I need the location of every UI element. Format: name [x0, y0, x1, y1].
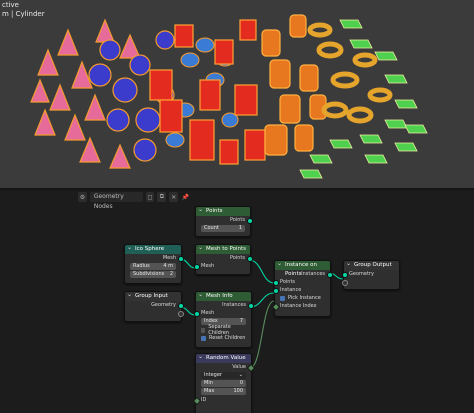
mtp-points-output: Points: [196, 254, 253, 262]
iop-instance-index-label: Instance Index: [280, 303, 317, 309]
3d-viewport[interactable]: ctive m | Cylinder: [0, 0, 474, 188]
mesh-info-instances: Instances: [196, 301, 254, 309]
reset-children-checkbox[interactable]: [201, 335, 206, 341]
ico-mesh-label: Mesh: [162, 255, 176, 261]
pick-instance-label: Pick Instance: [288, 295, 321, 301]
iop-instance-socket[interactable]: [272, 288, 279, 294]
count-field[interactable]: Count 1: [201, 225, 245, 232]
radius-field[interactable]: Radius 4 m: [130, 263, 176, 270]
iop-instances-label: Instances: [301, 271, 325, 277]
random-value-output-label: Value: [232, 364, 246, 370]
max-label: Max: [204, 388, 215, 394]
node-editor[interactable]: ⚙ Geometry Nodes ◻ ⧉ ✕ 📌 Points Points C…: [0, 190, 474, 413]
points-node-title: Points: [196, 205, 250, 216]
mtp-mesh-socket[interactable]: [193, 264, 200, 270]
max-field[interactable]: Max 100: [201, 388, 246, 395]
radius-label: Radius: [133, 263, 150, 269]
separate-children-toggle[interactable]: Separate Children: [196, 324, 251, 336]
points-node[interactable]: Points Points Count 1: [195, 205, 253, 237]
mesh-info-mesh-socket[interactable]: [193, 311, 200, 317]
points-output-socket[interactable]: [246, 218, 253, 224]
random-value-title: Random Value: [196, 352, 251, 363]
subdivisions-field[interactable]: Subdivisions 2: [130, 271, 176, 278]
mesh-info-mesh: Mesh: [193, 309, 251, 317]
subdivisions-label: Subdivisions: [133, 271, 165, 277]
random-value-node[interactable]: Random Value Value Integer⌄ Min0 Max100 …: [192, 352, 255, 413]
random-value-output: Value: [196, 363, 255, 373]
group-input-title: Group Input: [125, 290, 181, 301]
group-output-empty: [341, 278, 399, 286]
mesh-to-points-title: Mesh to Points: [196, 243, 250, 254]
min-label: Min: [204, 380, 213, 386]
group-input-empty-socket[interactable]: [177, 311, 184, 317]
ico-mesh-socket[interactable]: [177, 256, 184, 262]
random-id-input: ID: [192, 396, 251, 406]
group-output-node[interactable]: Group Output Geometry: [341, 259, 400, 290]
ico-mesh-output: Mesh: [125, 254, 184, 262]
group-output-empty-socket[interactable]: [341, 280, 348, 286]
pick-instance-checkbox[interactable]: [280, 295, 285, 301]
count-value: 1: [238, 225, 242, 231]
subdivisions-value: 2: [169, 271, 173, 277]
instance-on-points-node[interactable]: Instance on Points Instances Points Inst…: [271, 259, 333, 317]
reset-children-toggle[interactable]: Reset Children: [196, 334, 251, 342]
mesh-info-title: Mesh Info: [196, 290, 251, 301]
mesh-to-points-node[interactable]: Mesh to Points Points Mesh: [193, 243, 253, 275]
instance-on-points-title: Instance on Points: [275, 259, 330, 277]
iop-points-label: Points: [280, 279, 296, 285]
ico-sphere-title: Ico Sphere: [125, 243, 181, 254]
mtp-mesh-input: Mesh: [193, 262, 250, 270]
separate-children-checkbox[interactable]: [201, 327, 206, 333]
mesh-info-mesh-label: Mesh: [201, 310, 215, 316]
reset-children-label: Reset Children: [209, 335, 246, 341]
group-input-geometry-label: Geometry: [151, 302, 176, 308]
group-output-title: Group Output: [344, 259, 399, 270]
iop-instances-output: Instances: [275, 270, 333, 278]
viewport-object-label: m | Cylinder: [2, 10, 45, 18]
radius-value: 4 m: [163, 263, 173, 269]
group-input-node[interactable]: Group Input Geometry: [124, 290, 184, 322]
group-input-empty: [125, 309, 184, 317]
points-output-label: Points: [229, 217, 245, 223]
pick-instance-toggle[interactable]: Pick Instance: [275, 294, 330, 302]
min-field[interactable]: Min 0: [201, 380, 246, 387]
mtp-points-label: Points: [229, 255, 245, 261]
random-id-label: ID: [201, 397, 207, 403]
mesh-info-instances-label: Instances: [222, 302, 246, 308]
random-type-value: Integer: [204, 372, 222, 378]
min-value: 0: [239, 380, 243, 386]
iop-instance-label: Instance: [280, 287, 302, 293]
iop-instance-index-input: Instance Index: [271, 302, 330, 312]
group-input-geometry: Geometry: [125, 301, 184, 309]
mtp-mesh-label: Mesh: [201, 263, 215, 269]
count-label: Count: [204, 225, 219, 231]
chevron-down-icon: ⌄: [238, 372, 243, 378]
iop-points-input: Points: [272, 278, 330, 286]
ico-sphere-node[interactable]: Ico Sphere Mesh Radius 4 m Subdivisions 2: [124, 243, 184, 284]
max-value: 100: [233, 388, 243, 394]
points-output: Points: [196, 216, 253, 224]
group-output-geometry: Geometry: [341, 270, 399, 278]
random-type-dropdown[interactable]: Integer ⌄: [201, 372, 246, 379]
mesh-info-node[interactable]: Mesh Info Instances Mesh Index7 Separate…: [193, 290, 254, 348]
instances-render: [30, 14, 428, 179]
iop-instance-input: Instance: [272, 286, 330, 294]
group-output-geometry-label: Geometry: [349, 271, 374, 277]
viewport-mode-label: ctive: [2, 1, 19, 9]
